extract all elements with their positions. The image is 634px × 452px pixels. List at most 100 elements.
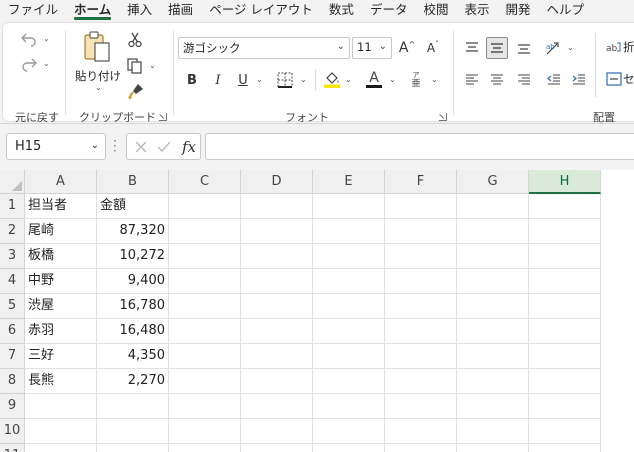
borders-icon[interactable] bbox=[275, 70, 295, 90]
cut-icon[interactable] bbox=[125, 30, 145, 50]
redo-icon[interactable] bbox=[17, 54, 41, 74]
phonetic-guide-button[interactable]: ア 亜 bbox=[407, 68, 425, 92]
cell-a2[interactable]: 尾崎 bbox=[25, 219, 97, 244]
cell-e6[interactable] bbox=[313, 319, 385, 344]
cell-b8[interactable]: 2,270 bbox=[97, 369, 169, 394]
cell-g9[interactable] bbox=[457, 394, 529, 419]
merge-center-button[interactable]: セ bbox=[623, 71, 634, 87]
font-launcher-icon[interactable] bbox=[439, 113, 447, 121]
column-header-h[interactable]: H bbox=[529, 170, 601, 194]
underline-button[interactable]: U bbox=[232, 69, 254, 91]
row-header-7[interactable]: 7 bbox=[0, 344, 25, 369]
cell-d1[interactable] bbox=[241, 194, 313, 219]
cell-b11[interactable] bbox=[97, 444, 169, 452]
row-header-10[interactable]: 10 bbox=[0, 419, 25, 444]
cell-a4[interactable]: 中野 bbox=[25, 269, 97, 294]
redo-dropdown-icon[interactable]: ⌄ bbox=[43, 59, 50, 68]
paste-dropdown-icon[interactable]: ⌄ bbox=[95, 83, 102, 92]
cell-c8[interactable] bbox=[169, 369, 241, 394]
cell-h8[interactable] bbox=[529, 369, 601, 394]
cell-e3[interactable] bbox=[313, 244, 385, 269]
undo-dropdown-icon[interactable]: ⌄ bbox=[43, 34, 50, 43]
menu-item-7[interactable]: 校閲 bbox=[415, 0, 456, 20]
cell-a8[interactable]: 長熊 bbox=[25, 369, 97, 394]
menu-item-0[interactable]: ファイル bbox=[0, 0, 66, 20]
cell-f7[interactable] bbox=[385, 344, 457, 369]
chevron-down-icon[interactable]: ⌄ bbox=[337, 41, 345, 52]
menu-item-4[interactable]: ページ レイアウト bbox=[201, 0, 321, 20]
cell-f11[interactable] bbox=[385, 444, 457, 452]
menu-item-5[interactable]: 数式 bbox=[321, 0, 362, 20]
cell-g3[interactable] bbox=[457, 244, 529, 269]
row-header-1[interactable]: 1 bbox=[0, 194, 25, 219]
cell-g2[interactable] bbox=[457, 219, 529, 244]
cell-e9[interactable] bbox=[313, 394, 385, 419]
underline-dropdown-icon[interactable]: ⌄ bbox=[256, 75, 263, 84]
cell-g10[interactable] bbox=[457, 419, 529, 444]
cell-h11[interactable] bbox=[529, 444, 601, 452]
column-header-d[interactable]: D bbox=[241, 170, 313, 194]
row-header-4[interactable]: 4 bbox=[0, 269, 25, 294]
cell-g4[interactable] bbox=[457, 269, 529, 294]
column-header-a[interactable]: A bbox=[25, 170, 97, 194]
clipboard-launcher-icon[interactable] bbox=[159, 113, 167, 121]
cell-e4[interactable] bbox=[313, 269, 385, 294]
cell-f2[interactable] bbox=[385, 219, 457, 244]
fill-color-icon[interactable] bbox=[321, 68, 343, 90]
orientation-icon[interactable]: ab bbox=[543, 37, 565, 59]
cell-g8[interactable] bbox=[457, 369, 529, 394]
copy-dropdown-icon[interactable]: ⌄ bbox=[149, 61, 156, 70]
chevron-down-icon[interactable]: ⌄ bbox=[91, 140, 99, 151]
increase-indent-icon[interactable] bbox=[568, 69, 590, 91]
enter-check-icon[interactable] bbox=[155, 138, 173, 156]
cell-d2[interactable] bbox=[241, 219, 313, 244]
cell-c1[interactable] bbox=[169, 194, 241, 219]
column-header-e[interactable]: E bbox=[313, 170, 385, 194]
cell-b4[interactable]: 9,400 bbox=[97, 269, 169, 294]
cell-c6[interactable] bbox=[169, 319, 241, 344]
format-painter-icon[interactable] bbox=[125, 81, 147, 101]
font-color-icon[interactable]: A bbox=[363, 68, 385, 90]
cell-e1[interactable] bbox=[313, 194, 385, 219]
cell-a7[interactable]: 三好 bbox=[25, 344, 97, 369]
borders-dropdown-icon[interactable]: ⌄ bbox=[300, 75, 307, 84]
paste-button[interactable]: 貼り付け bbox=[75, 68, 121, 84]
cell-h2[interactable] bbox=[529, 219, 601, 244]
cell-f4[interactable] bbox=[385, 269, 457, 294]
row-header-11[interactable]: 11 bbox=[0, 444, 25, 452]
align-left-icon[interactable] bbox=[461, 69, 483, 91]
name-box[interactable]: H15 ⌄ bbox=[6, 133, 106, 160]
cell-e8[interactable] bbox=[313, 369, 385, 394]
menu-item-6[interactable]: データ bbox=[362, 0, 416, 20]
cell-f5[interactable] bbox=[385, 294, 457, 319]
cell-b6[interactable]: 16,480 bbox=[97, 319, 169, 344]
cell-c5[interactable] bbox=[169, 294, 241, 319]
grow-font-button[interactable]: A ^ bbox=[396, 37, 418, 59]
cell-c2[interactable] bbox=[169, 219, 241, 244]
cell-f8[interactable] bbox=[385, 369, 457, 394]
cell-d7[interactable] bbox=[241, 344, 313, 369]
cell-g11[interactable] bbox=[457, 444, 529, 452]
row-header-6[interactable]: 6 bbox=[0, 319, 25, 344]
cell-b3[interactable]: 10,272 bbox=[97, 244, 169, 269]
cell-d10[interactable] bbox=[241, 419, 313, 444]
cell-h9[interactable] bbox=[529, 394, 601, 419]
bold-button[interactable]: B bbox=[181, 69, 203, 91]
row-header-8[interactable]: 8 bbox=[0, 369, 25, 394]
more-options-icon[interactable]: · · · bbox=[113, 135, 117, 157]
orientation-dropdown-icon[interactable]: ⌄ bbox=[567, 43, 574, 52]
cell-f10[interactable] bbox=[385, 419, 457, 444]
align-middle-icon[interactable] bbox=[486, 37, 508, 59]
merge-center-icon[interactable] bbox=[605, 69, 623, 89]
wrap-text-button[interactable]: 折 bbox=[623, 39, 634, 55]
cell-d3[interactable] bbox=[241, 244, 313, 269]
cell-g1[interactable] bbox=[457, 194, 529, 219]
cell-d9[interactable] bbox=[241, 394, 313, 419]
cell-e7[interactable] bbox=[313, 344, 385, 369]
formula-input[interactable] bbox=[205, 133, 634, 160]
cell-c3[interactable] bbox=[169, 244, 241, 269]
copy-icon[interactable] bbox=[125, 56, 145, 76]
decrease-indent-icon[interactable] bbox=[543, 69, 565, 91]
cell-h10[interactable] bbox=[529, 419, 601, 444]
cell-e11[interactable] bbox=[313, 444, 385, 452]
